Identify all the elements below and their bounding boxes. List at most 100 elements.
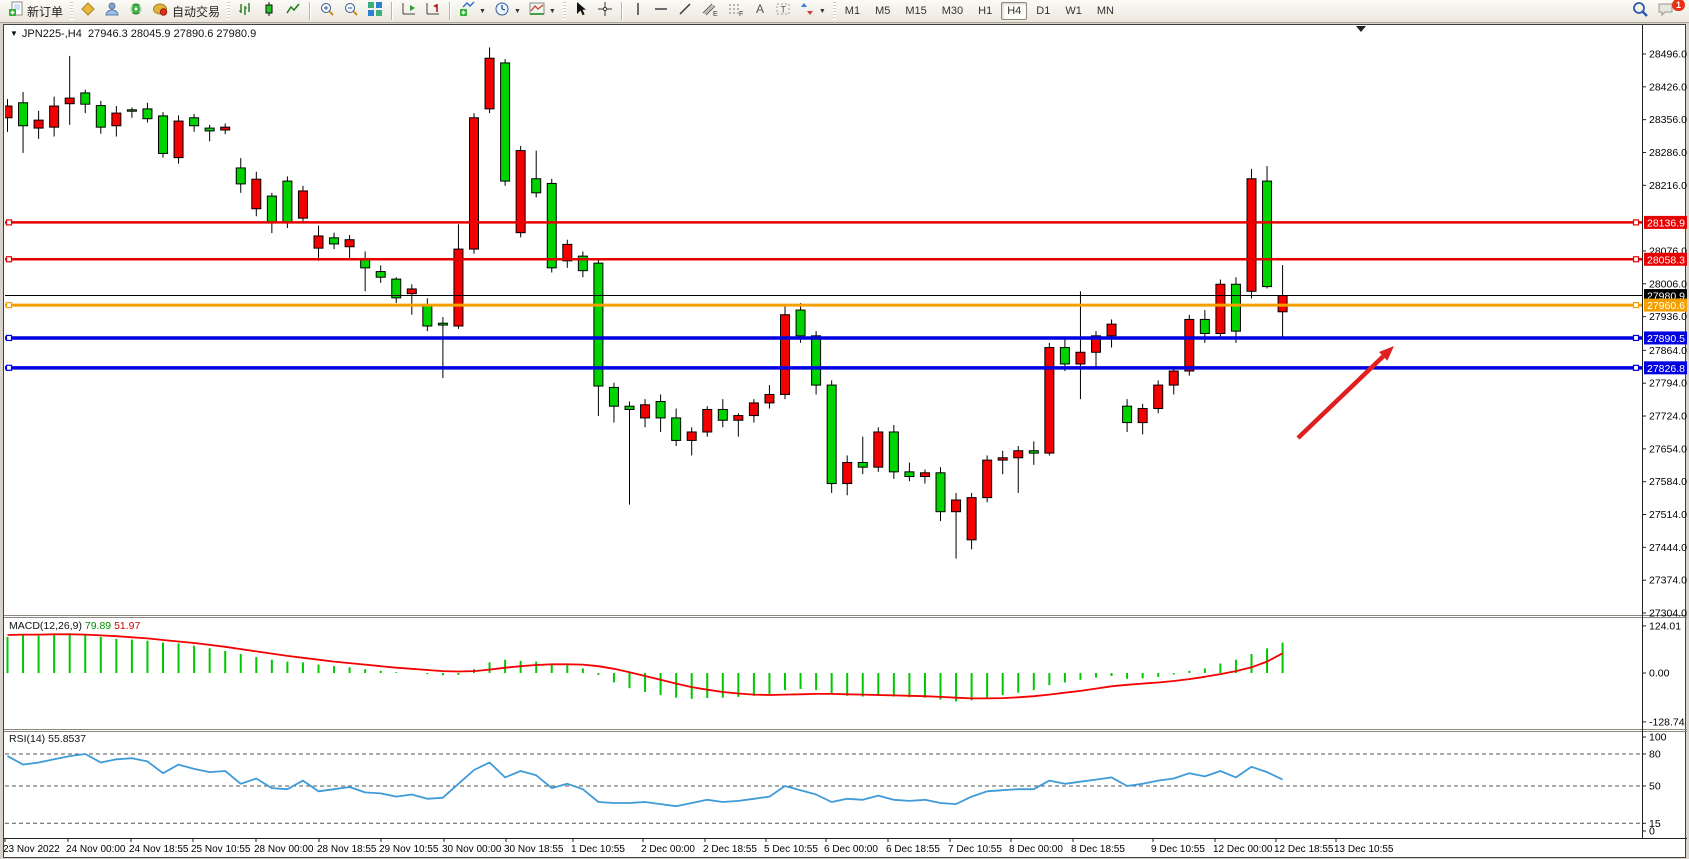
line-handle[interactable]: [1634, 365, 1639, 370]
zoom-out-icon: [343, 1, 359, 22]
arrows-tool-button[interactable]: ▼: [795, 2, 830, 21]
line-handle[interactable]: [7, 365, 12, 370]
time-tick-label: 7 Dec 10:55: [948, 844, 1002, 855]
line-handle[interactable]: [7, 220, 12, 225]
line-handle[interactable]: [1634, 335, 1639, 340]
symbol-dropdown-icon[interactable]: ▼: [10, 29, 18, 38]
cursor-icon: [573, 1, 589, 22]
candle-body: [407, 289, 416, 294]
auto-trading-button[interactable]: 自动交易: [148, 2, 224, 21]
rsi-line: [8, 754, 1283, 806]
candle-body: [501, 63, 510, 181]
candles-layer[interactable]: [4, 47, 1287, 558]
candle-body: [765, 394, 774, 402]
candle-body: [1123, 406, 1132, 422]
new-order-icon: [8, 1, 24, 22]
text-label-tool-button[interactable]: T: [771, 2, 795, 21]
price-tick-label: 28356.0: [1649, 114, 1687, 126]
trendline-tool-button[interactable]: [673, 2, 697, 21]
templates-button[interactable]: ▼: [525, 2, 560, 21]
arrows-icon: [799, 1, 815, 22]
symbol-period-label: JPN225-,H4: [22, 28, 82, 40]
timeframe-d1[interactable]: D1: [1030, 2, 1056, 20]
timeframe-mn[interactable]: MN: [1091, 2, 1120, 20]
svg-text:F: F: [739, 11, 743, 17]
candle-body: [1045, 348, 1054, 454]
fibonacci-tool-button[interactable]: F: [723, 2, 749, 21]
zoom-out-button[interactable]: [339, 2, 363, 21]
price-chart[interactable]: 28496.028426.028356.028286.028216.028076…: [4, 25, 1687, 859]
candle-body: [190, 118, 199, 126]
candle-body: [641, 405, 650, 418]
price-tick-label: 27936.0: [1649, 311, 1687, 323]
line-handle[interactable]: [1634, 257, 1639, 262]
trend-arrow: [1298, 346, 1394, 438]
candle-body: [687, 432, 696, 440]
timeframe-h4[interactable]: H4: [1001, 2, 1027, 20]
macd-main-value: 79.89: [85, 620, 111, 632]
line-handle[interactable]: [1634, 303, 1639, 308]
periods-button[interactable]: ▼: [490, 2, 525, 21]
cursor-tool-button[interactable]: [569, 2, 593, 21]
line-handle[interactable]: [7, 257, 12, 262]
indicators-button[interactable]: ▼: [455, 2, 490, 21]
horizontal-line-tool-button[interactable]: [649, 2, 673, 21]
toolbar-separator: [309, 2, 311, 20]
chart-shift-button[interactable]: [397, 2, 421, 21]
candle-body: [1169, 371, 1178, 385]
price-tick-label: 28286.0: [1649, 147, 1687, 159]
time-axis[interactable]: 23 Nov 202224 Nov 00:0024 Nov 18:5525 No…: [4, 839, 1394, 855]
time-tick-label: 28 Nov 00:00: [254, 844, 314, 855]
line-handle[interactable]: [1634, 220, 1639, 225]
timeframe-m30[interactable]: M30: [936, 2, 969, 20]
text-tool-button[interactable]: A: [749, 2, 771, 21]
candle-body: [1154, 385, 1163, 408]
candle-body: [127, 110, 136, 111]
candle-body: [81, 93, 90, 104]
candle-body: [1263, 181, 1272, 287]
auto-scroll-button[interactable]: [421, 2, 445, 21]
ohlc-values: 27946.3 28045.9 27890.6 27980.9: [88, 28, 256, 40]
bar-chart-mode-button[interactable]: [233, 2, 257, 21]
chart-shift-marker-icon[interactable]: [1356, 26, 1366, 32]
line-chart-mode-button[interactable]: [281, 2, 305, 21]
candlestick-mode-button[interactable]: [257, 2, 281, 21]
price-line-badge-label: 28136.9: [1647, 217, 1685, 229]
line-handle[interactable]: [7, 335, 12, 340]
chart-window: 28496.028426.028356.028286.028216.028076…: [3, 24, 1686, 858]
indicators-icon: [459, 1, 475, 22]
timeframe-h1[interactable]: H1: [972, 2, 998, 20]
crosshair-tool-button[interactable]: [593, 2, 617, 21]
timeframe-w1[interactable]: W1: [1059, 2, 1088, 20]
candle-body: [423, 306, 432, 326]
time-tick-label: 29 Nov 10:55: [379, 844, 439, 855]
new-order-button[interactable]: 新订单: [4, 2, 67, 21]
candle-body: [298, 191, 307, 218]
timeframe-m5[interactable]: M5: [869, 2, 896, 20]
candle-body: [672, 418, 681, 441]
rsi-tick-label: 100: [1649, 732, 1667, 744]
price-tick-label: 28216.0: [1649, 180, 1687, 192]
chevron-down-icon: ▼: [549, 8, 556, 15]
candle-body: [65, 98, 74, 104]
tile-windows-button[interactable]: [363, 2, 387, 21]
equidistant-channel-tool-button[interactable]: E: [697, 2, 723, 21]
time-tick-label: 8 Dec 18:55: [1071, 844, 1125, 855]
notification-badge: 1: [1672, 0, 1685, 11]
signals-button[interactable]: [124, 2, 148, 21]
price-tick-label: 28006.0: [1649, 278, 1687, 290]
svg-text:A: A: [756, 2, 764, 16]
line-handle[interactable]: [7, 303, 12, 308]
timeframe-m1[interactable]: M1: [839, 2, 866, 20]
vertical-line-tool-button[interactable]: [627, 2, 649, 21]
search-button[interactable]: [1627, 2, 1653, 21]
candle-body: [438, 323, 447, 325]
profile-button[interactable]: [100, 2, 124, 21]
toolbar-separator: [621, 2, 623, 20]
candle-body: [283, 181, 292, 223]
notifications-button[interactable]: 1: [1653, 2, 1679, 21]
metaquotes-button[interactable]: [76, 2, 100, 21]
zoom-in-button[interactable]: [315, 2, 339, 21]
timeframe-m15[interactable]: M15: [899, 2, 932, 20]
candle-body: [330, 238, 339, 244]
